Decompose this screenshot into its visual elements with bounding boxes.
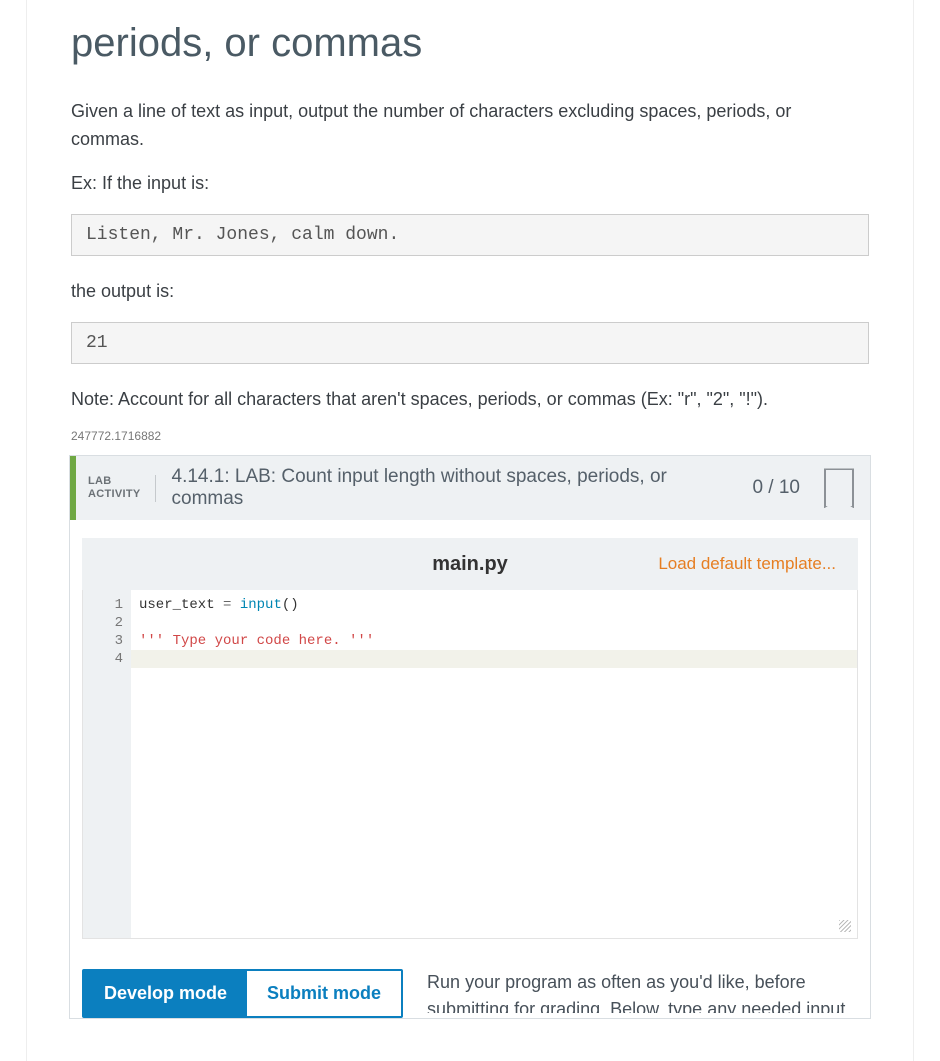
- lab-header: LAB ACTIVITY 4.14.1: LAB: Count input le…: [70, 456, 870, 520]
- lab-activity-panel: LAB ACTIVITY 4.14.1: LAB: Count input le…: [69, 455, 871, 1019]
- page-title: periods, or commas: [71, 18, 869, 68]
- editor-code[interactable]: user_text = input() ''' Type your code h…: [131, 590, 857, 656]
- submit-mode-button[interactable]: Submit mode: [247, 971, 401, 1016]
- code-token: (): [282, 597, 299, 613]
- editor-header: main.py Load default template...: [82, 538, 858, 590]
- mode-toggle: Develop mode Submit mode: [82, 969, 403, 1018]
- example-output-label: the output is:: [71, 278, 869, 306]
- editor-code-area[interactable]: user_text = input() ''' Type your code h…: [131, 590, 857, 938]
- example-input-block: Listen, Mr. Jones, calm down.: [71, 214, 869, 256]
- mode-description: Run your program as often as you'd like,…: [427, 969, 858, 1013]
- code-token: input: [240, 597, 282, 613]
- line-number: 2: [83, 614, 123, 632]
- lab-badge-line2: ACTIVITY: [88, 488, 141, 500]
- lab-title: 4.14.1: LAB: Count input length without …: [172, 466, 737, 510]
- question-id: 247772.1716882: [71, 429, 869, 443]
- example-input-label: Ex: If the input is:: [71, 170, 869, 198]
- code-token: user_text: [139, 597, 215, 613]
- lab-badge: LAB ACTIVITY: [88, 475, 156, 503]
- example-output-block: 21: [71, 322, 869, 364]
- lab-score: 0 / 10: [752, 477, 800, 499]
- line-number: 4: [83, 650, 123, 668]
- mode-row: Develop mode Submit mode Run your progra…: [82, 969, 858, 1018]
- code-token: =: [215, 597, 240, 613]
- load-default-template-link[interactable]: Load default template...: [658, 554, 858, 574]
- editor-gutter: 1 2 3 4: [83, 590, 131, 938]
- resize-handle-icon[interactable]: [839, 920, 851, 932]
- line-number: 1: [83, 596, 123, 614]
- lab-badge-line1: LAB: [88, 475, 112, 487]
- bookmark-icon[interactable]: [824, 468, 854, 508]
- line-number: 3: [83, 632, 123, 650]
- editor-filename: main.py: [432, 553, 508, 576]
- code-token: ''' Type your code here. ''': [139, 633, 374, 649]
- problem-intro: Given a line of text as input, output th…: [71, 98, 869, 154]
- code-editor[interactable]: 1 2 3 4 user_text = input() ''' Type you…: [82, 590, 858, 939]
- problem-note: Note: Account for all characters that ar…: [71, 386, 869, 414]
- develop-mode-button[interactable]: Develop mode: [84, 971, 247, 1016]
